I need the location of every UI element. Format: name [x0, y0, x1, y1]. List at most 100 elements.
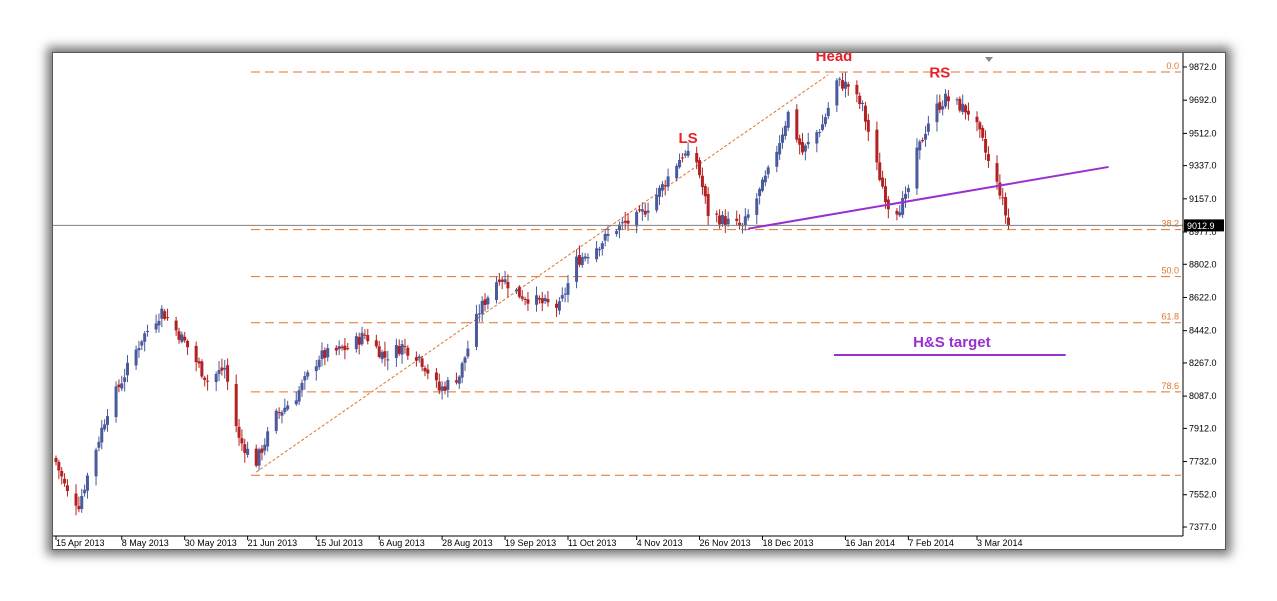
- fib-level-label: 38.2: [1161, 219, 1179, 229]
- candle-body: [320, 350, 324, 360]
- candle: [306, 370, 310, 380]
- candle-body: [397, 346, 401, 354]
- candle-body: [206, 380, 210, 382]
- candle: [580, 252, 584, 268]
- candle: [206, 374, 210, 391]
- candle-body: [426, 369, 430, 374]
- candle: [274, 408, 278, 434]
- candle-body: [806, 141, 810, 145]
- candle: [334, 345, 338, 356]
- y-tick-label: 9692.0: [1189, 95, 1217, 105]
- candle: [437, 373, 441, 395]
- candle-body: [280, 412, 284, 416]
- y-tick-label: 9337.0: [1189, 161, 1217, 171]
- candle-body: [755, 198, 759, 215]
- candle: [575, 249, 579, 289]
- candle: [263, 438, 267, 456]
- candle-body: [626, 220, 630, 224]
- candle: [866, 113, 870, 142]
- candle-body: [134, 349, 138, 366]
- candle-body: [246, 448, 250, 455]
- candle: [600, 241, 604, 256]
- candle-body: [454, 380, 458, 383]
- candle-body: [220, 367, 224, 371]
- candle-body: [180, 334, 184, 342]
- candle: [775, 145, 779, 173]
- candle-body: [183, 336, 187, 341]
- candle-body: [941, 106, 945, 110]
- candle: [137, 340, 141, 358]
- candle-body: [658, 187, 662, 197]
- candle-body: [286, 405, 290, 410]
- candle-body: [483, 299, 487, 305]
- candle: [203, 375, 207, 387]
- candle: [357, 332, 361, 355]
- candle-body: [555, 303, 559, 308]
- candle-body: [686, 150, 690, 156]
- candle: [57, 459, 61, 480]
- candle: [483, 293, 487, 312]
- candle: [760, 177, 764, 193]
- candle: [266, 426, 270, 452]
- candle: [397, 339, 401, 356]
- candle: [886, 196, 890, 219]
- candle-body: [254, 448, 258, 466]
- hs-target-label: H&S target: [913, 334, 991, 351]
- candle-body: [200, 361, 204, 377]
- candle: [460, 361, 464, 384]
- candle: [163, 309, 167, 321]
- candle-body: [760, 179, 764, 191]
- candle: [958, 96, 962, 113]
- candle: [803, 143, 807, 161]
- candle: [603, 229, 607, 247]
- candle-body: [715, 213, 719, 215]
- candle: [426, 364, 430, 380]
- candle: [978, 120, 982, 138]
- candle-body: [635, 211, 639, 227]
- candle-body: [566, 283, 570, 295]
- x-tick-label: 26 Nov 2013: [700, 538, 751, 548]
- candle: [655, 187, 659, 213]
- candle-body: [978, 122, 982, 130]
- candle-body: [283, 407, 287, 412]
- candle-body: [660, 184, 664, 191]
- candle: [140, 339, 144, 350]
- candle-body: [137, 348, 141, 351]
- candle: [105, 409, 109, 432]
- candle: [986, 146, 990, 168]
- candle-body: [194, 345, 198, 363]
- candle: [944, 89, 948, 109]
- candle-body: [94, 449, 98, 477]
- candle-body: [775, 151, 779, 167]
- candle-body: [174, 320, 178, 331]
- candle-body: [377, 346, 381, 357]
- candle: [984, 130, 988, 161]
- candle: [955, 97, 959, 105]
- candle: [340, 344, 344, 351]
- candle: [503, 270, 507, 285]
- candle-body: [266, 431, 270, 447]
- candle: [283, 398, 287, 415]
- candle: [723, 209, 727, 233]
- candle-body: [835, 80, 839, 106]
- candle: [497, 272, 501, 286]
- candle-body: [85, 475, 89, 491]
- x-tick-label: 4 Nov 2013: [637, 538, 683, 548]
- candle-body: [801, 142, 805, 153]
- candle-body: [915, 147, 919, 189]
- candle-body: [1004, 197, 1008, 216]
- candle: [374, 334, 378, 349]
- candle: [941, 100, 945, 116]
- candle-body: [263, 444, 267, 451]
- candle: [626, 213, 630, 231]
- candle-body: [698, 160, 702, 176]
- candle-body: [938, 102, 942, 110]
- candle-body: [895, 210, 899, 215]
- candle-body: [966, 110, 970, 115]
- candle-body: [723, 216, 727, 226]
- candle: [217, 361, 221, 382]
- candle: [337, 340, 341, 356]
- candle-body: [841, 80, 845, 89]
- candle-body: [114, 386, 118, 418]
- candle: [1006, 208, 1010, 230]
